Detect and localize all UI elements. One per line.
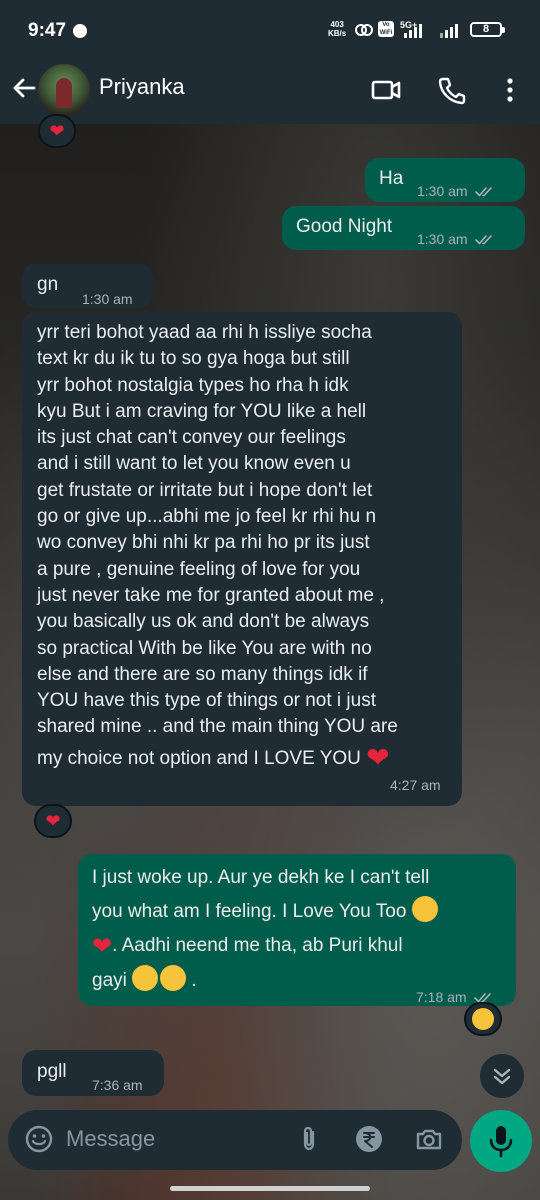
reaction-badge[interactable]: ❤	[38, 114, 76, 148]
heart-emoji-icon: ❤	[92, 933, 113, 960]
message-text: gn	[37, 274, 59, 295]
message-time: 7:18 am	[416, 989, 467, 1005]
double-check-icon	[475, 187, 493, 197]
message-time: 1:30 am	[82, 291, 133, 307]
reaction-badge[interactable]	[464, 1002, 502, 1036]
message-time: 7:36 am	[92, 1077, 143, 1093]
message-time: 1:30 am	[417, 231, 468, 247]
message-text: I just woke up. Aur ye dekh ke I can't t…	[92, 861, 438, 998]
battery-level: 8	[482, 23, 490, 35]
video-call-icon[interactable]	[368, 72, 404, 108]
message-text: Ha	[379, 168, 404, 189]
tears-of-joy-icon	[472, 1008, 494, 1030]
status-bar: 9:47 403 KB/s Vo WiFi 5G+ 8	[0, 0, 540, 56]
signal-strength-1-icon	[404, 22, 422, 38]
double-check-icon	[475, 235, 493, 245]
message-meta: 1:30 am	[417, 178, 495, 204]
heart-icon: ❤	[45, 810, 61, 831]
link-icon	[355, 24, 373, 36]
rupee-icon[interactable]	[354, 1124, 384, 1154]
gesture-bar[interactable]	[170, 1186, 370, 1191]
net-speed-unit: KB/s	[328, 29, 347, 38]
reaction-badge[interactable]: ❤	[34, 804, 72, 838]
contact-name[interactable]: Priyanka	[99, 74, 185, 100]
message-time: 1:30 am	[417, 183, 468, 199]
message-bubble-in[interactable]: gn 1:30 am	[22, 264, 153, 308]
hugging-face-icon	[411, 896, 438, 922]
message-text: Good Night	[296, 216, 393, 237]
mic-icon	[489, 1126, 513, 1158]
contact-avatar[interactable]	[38, 64, 90, 116]
battery-icon: 8	[470, 22, 505, 37]
arrow-back-icon[interactable]	[8, 72, 40, 104]
message-text: pgll	[37, 1061, 67, 1082]
message-time: 4:27 am	[390, 777, 441, 793]
net-speed-value: 403	[330, 20, 344, 29]
message-meta: 1:30 am	[417, 226, 495, 252]
more-vert-icon[interactable]	[492, 72, 528, 108]
message-text: yrr teri bohot yaad aa rhi h issliye soc…	[37, 322, 398, 773]
voice-call-icon[interactable]	[434, 72, 470, 108]
message-bubble-out[interactable]: Ha 1:30 am	[365, 158, 525, 202]
message-bubble-in[interactable]: pgll 7:36 am	[22, 1050, 164, 1096]
message-input[interactable]: Message	[66, 1126, 266, 1152]
volte-badge: Vo WiFi	[378, 21, 394, 37]
net-speed: 403 KB/s	[328, 20, 346, 38]
chat-header: Priyanka	[0, 56, 540, 124]
message-bubble-out[interactable]: Good Night 1:30 am	[282, 206, 525, 250]
message-bubble-out[interactable]: I just woke up. Aur ye dekh ke I can't t…	[78, 854, 516, 1006]
heart-emoji-icon: ❤	[366, 741, 390, 773]
message-composer: Message	[8, 1110, 462, 1170]
grinning-face-icon	[160, 965, 187, 991]
scroll-down-button[interactable]	[480, 1054, 524, 1098]
notification-dot-icon	[73, 24, 87, 38]
emoji-icon[interactable]	[24, 1124, 54, 1154]
chat-messages[interactable]: ❤ Ha 1:30 am Good Night 1:30 am gn 1:30 …	[0, 114, 540, 1096]
message-bubble-in[interactable]: yrr teri bohot yaad aa rhi h issliye soc…	[22, 312, 462, 806]
voice-message-button[interactable]	[470, 1110, 532, 1172]
scroll-down-icon	[493, 1068, 511, 1085]
signal-strength-2-icon	[440, 22, 458, 38]
camera-icon[interactable]	[414, 1124, 444, 1154]
attach-icon[interactable]	[294, 1124, 324, 1154]
heart-icon: ❤	[49, 120, 65, 141]
tears-of-joy-icon	[132, 965, 159, 991]
status-time: 9:47	[28, 20, 67, 41]
